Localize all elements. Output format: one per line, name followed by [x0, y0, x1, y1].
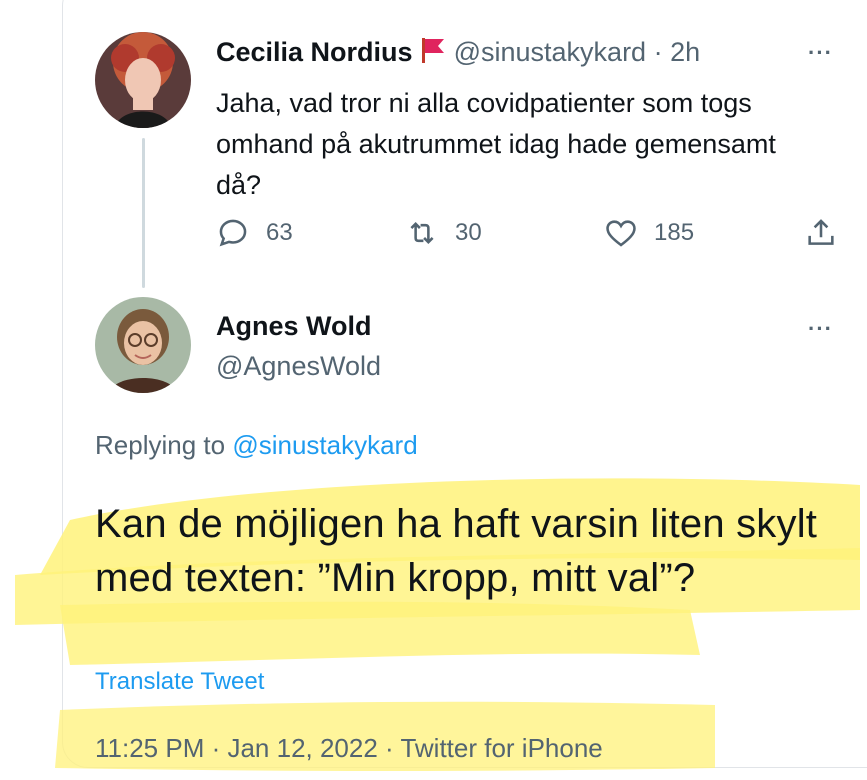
- like-button[interactable]: 185: [604, 216, 694, 250]
- tweet-timestamp-source[interactable]: 11:25 PM · Jan 12, 2022 · Twitter for iP…: [95, 733, 603, 764]
- author-name[interactable]: Cecilia Nordius: [216, 37, 413, 67]
- more-options-icon[interactable]: ···: [808, 316, 833, 342]
- handle-and-time[interactable]: @sinustakykard · 2h: [454, 37, 701, 67]
- retweet-button[interactable]: 30: [405, 216, 482, 250]
- replying-to-line: Replying to @sinustakykard: [95, 430, 418, 461]
- reply-icon: [219, 219, 247, 247]
- retweet-count: 30: [455, 219, 482, 246]
- tweet-text: Jaha, vad tror ni alla covidpatienter so…: [216, 88, 776, 200]
- more-options-icon[interactable]: ···: [808, 40, 833, 66]
- share-icon: [808, 219, 834, 245]
- replying-to-label: Replying to: [95, 430, 233, 460]
- replying-to-handle-link[interactable]: @sinustakykard: [232, 430, 417, 460]
- thread-connector-line: [142, 138, 145, 288]
- heart-icon: [606, 220, 636, 247]
- share-button[interactable]: [804, 216, 838, 250]
- translate-tweet-link[interactable]: Translate Tweet: [95, 668, 264, 696]
- tweet-actions: 63 30 185: [0, 216, 867, 260]
- like-count: 185: [654, 219, 695, 246]
- tweet-text: Kan de möjligen ha haft varsin liten sky…: [95, 502, 818, 600]
- red-flag-icon: [420, 36, 446, 71]
- reply-button[interactable]: 63: [216, 216, 293, 250]
- avatar-agnes-image: [95, 297, 191, 393]
- avatar[interactable]: [95, 32, 191, 128]
- avatar[interactable]: [95, 297, 191, 393]
- avatar-cecilia-image: [95, 32, 191, 128]
- retweet-icon: [410, 221, 434, 245]
- author-name[interactable]: Agnes Wold: [216, 311, 372, 341]
- author-handle[interactable]: @AgnesWold: [216, 351, 381, 382]
- reply-count: 63: [266, 219, 293, 246]
